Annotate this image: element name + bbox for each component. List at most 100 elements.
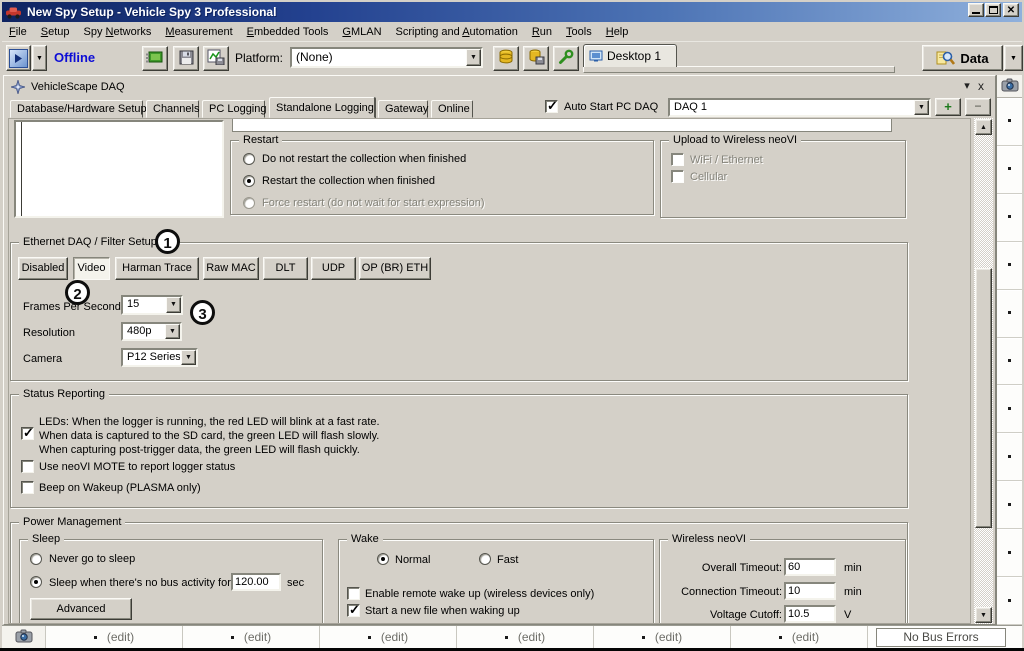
hardware-setup-button[interactable] xyxy=(142,46,168,71)
dock-item[interactable] xyxy=(997,385,1022,433)
tab-gateway[interactable]: Gateway xyxy=(378,100,428,118)
dock-item[interactable] xyxy=(997,146,1022,194)
camera-icon xyxy=(1001,78,1019,95)
content-scrollbar[interactable]: ▲ ▼ xyxy=(974,118,993,624)
remote-wakeup-checkbox[interactable] xyxy=(347,587,360,600)
wake-fast-radio[interactable] xyxy=(479,553,491,565)
new-file-wakeup-checkbox[interactable] xyxy=(347,604,360,617)
chevron-down-icon: ▼ xyxy=(918,104,925,111)
tools-button[interactable] xyxy=(553,46,579,71)
resolution-dropdown-button[interactable]: ▼ xyxy=(165,324,180,339)
fps-select[interactable]: 15 ▼ xyxy=(121,295,183,315)
never-sleep-radio[interactable] xyxy=(30,553,42,565)
scroll-up-button[interactable]: ▲ xyxy=(975,119,992,135)
menu-gmlan[interactable]: GMLAN xyxy=(335,23,388,41)
daq-select[interactable]: DAQ 1 ▼ xyxy=(668,98,931,117)
standalone-logging-content: Restart Do not restart the collection wh… xyxy=(8,118,971,624)
statusbar-edit-slot[interactable]: (edit) xyxy=(731,626,868,648)
statusbar-edit-slot[interactable]: (edit) xyxy=(457,626,594,648)
desktop-tabbar xyxy=(583,66,895,73)
connection-timeout-label: Connection Timeout: xyxy=(662,586,782,599)
platform-dropdown-button[interactable]: ▼ xyxy=(466,49,481,66)
fps-dropdown-button[interactable]: ▼ xyxy=(166,297,181,313)
menu-measurement[interactable]: Measurement xyxy=(158,23,239,41)
dock-item[interactable] xyxy=(997,433,1022,481)
minimize-button[interactable] xyxy=(968,3,984,17)
camera-select[interactable]: P12 Series ▼ xyxy=(121,348,198,367)
collection-list[interactable] xyxy=(14,120,224,218)
statusbar-edit-slot[interactable]: (edit) xyxy=(594,626,731,648)
platform-select[interactable]: (None) ▼ xyxy=(290,47,483,68)
panel-close-button[interactable]: x xyxy=(974,80,988,94)
save-data-button[interactable] xyxy=(203,46,229,71)
dock-item[interactable] xyxy=(997,242,1022,290)
wifi-ethernet-checkbox xyxy=(671,153,684,166)
sleep-activity-radio[interactable] xyxy=(30,576,42,588)
database-button[interactable] xyxy=(493,46,519,71)
menu-file[interactable]: File xyxy=(2,23,34,41)
beep-wakeup-checkbox[interactable] xyxy=(21,481,34,494)
filter-video-button[interactable]: Video xyxy=(73,257,110,280)
daq-dropdown-button[interactable]: ▼ xyxy=(914,100,929,115)
dock-item[interactable] xyxy=(997,481,1022,529)
close-button[interactable]: ✕ xyxy=(1003,3,1019,17)
tab-pc-logging[interactable]: PC Logging xyxy=(202,100,265,118)
run-options-dropdown[interactable]: ▼ xyxy=(32,45,47,71)
remove-daq-button[interactable]: − xyxy=(965,98,991,116)
wake-normal-radio[interactable] xyxy=(377,553,389,565)
capture-camera-button[interactable] xyxy=(997,75,1022,98)
led-status-checkbox[interactable] xyxy=(21,427,34,440)
tab-standalone-logging[interactable]: Standalone Logging xyxy=(269,97,375,118)
tab-channels[interactable]: Channels xyxy=(146,100,199,118)
statusbar-edit-slot[interactable]: (edit) xyxy=(320,626,457,648)
camera-dropdown-button[interactable]: ▼ xyxy=(181,350,196,365)
restart-no-radio[interactable] xyxy=(243,153,255,165)
connection-timeout-input[interactable] xyxy=(784,582,836,600)
menu-tools[interactable]: Tools xyxy=(559,23,599,41)
restart-yes-radio[interactable] xyxy=(243,175,255,187)
statusbar-edit-slot[interactable]: (edit) xyxy=(46,626,183,648)
save-setup-button[interactable] xyxy=(173,46,199,71)
data-button[interactable]: Data xyxy=(922,45,1003,71)
menu-setup[interactable]: Setup xyxy=(34,23,77,41)
desktop-tab[interactable]: Desktop 1 xyxy=(583,44,677,67)
dock-item[interactable] xyxy=(997,290,1022,338)
filter-op-br-eth-button[interactable]: OP (BR) ETH xyxy=(359,257,431,280)
menu-embedded-tools[interactable]: Embedded Tools xyxy=(240,23,336,41)
run-button[interactable] xyxy=(6,45,31,71)
dock-item[interactable] xyxy=(997,98,1022,146)
filter-udp-button[interactable]: UDP xyxy=(311,257,356,280)
statusbar-camera-button[interactable] xyxy=(2,626,46,648)
titlebar: New Spy Setup - Vehicle Spy 3 Profession… xyxy=(2,2,1022,22)
menu-scripting-automation[interactable]: Scripting and Automation xyxy=(389,23,525,41)
voltage-cutoff-input[interactable] xyxy=(784,605,836,623)
filter-dlt-button[interactable]: DLT xyxy=(263,257,308,280)
database-save-button[interactable] xyxy=(523,46,549,71)
menu-help[interactable]: Help xyxy=(599,23,636,41)
statusbar-edit-slot[interactable]: (edit) xyxy=(183,626,320,648)
tab-online[interactable]: Online xyxy=(431,100,473,118)
data-dropdown-button[interactable]: ▼ xyxy=(1004,45,1023,71)
add-daq-button[interactable]: + xyxy=(935,98,961,116)
panel-collapse-button[interactable]: ▾ xyxy=(960,80,974,94)
scrollbar-thumb[interactable] xyxy=(975,268,992,528)
resolution-select[interactable]: 480p ▼ xyxy=(121,322,182,341)
scroll-down-button[interactable]: ▼ xyxy=(975,607,992,623)
auto-start-pc-daq-checkbox[interactable] xyxy=(545,100,558,113)
list-divider xyxy=(21,122,22,216)
dock-item[interactable] xyxy=(997,194,1022,242)
dock-item[interactable] xyxy=(997,577,1022,625)
dock-item[interactable] xyxy=(997,338,1022,386)
tab-database-hardware-setup[interactable]: Database/Hardware Setup xyxy=(10,100,143,118)
overall-timeout-input[interactable] xyxy=(784,558,836,576)
dock-item[interactable] xyxy=(997,529,1022,577)
filter-harman-trace-button[interactable]: Harman Trace xyxy=(115,257,199,280)
filter-raw-mac-button[interactable]: Raw MAC xyxy=(203,257,259,280)
sleep-seconds-input[interactable] xyxy=(231,573,281,591)
maximize-button[interactable] xyxy=(985,3,1001,17)
neovi-mote-checkbox[interactable] xyxy=(21,460,34,473)
advanced-button[interactable]: Advanced xyxy=(30,598,132,620)
menu-run[interactable]: Run xyxy=(525,23,559,41)
menu-spy-networks[interactable]: Spy Networks xyxy=(77,23,159,41)
filter-disabled-button[interactable]: Disabled xyxy=(18,257,68,280)
